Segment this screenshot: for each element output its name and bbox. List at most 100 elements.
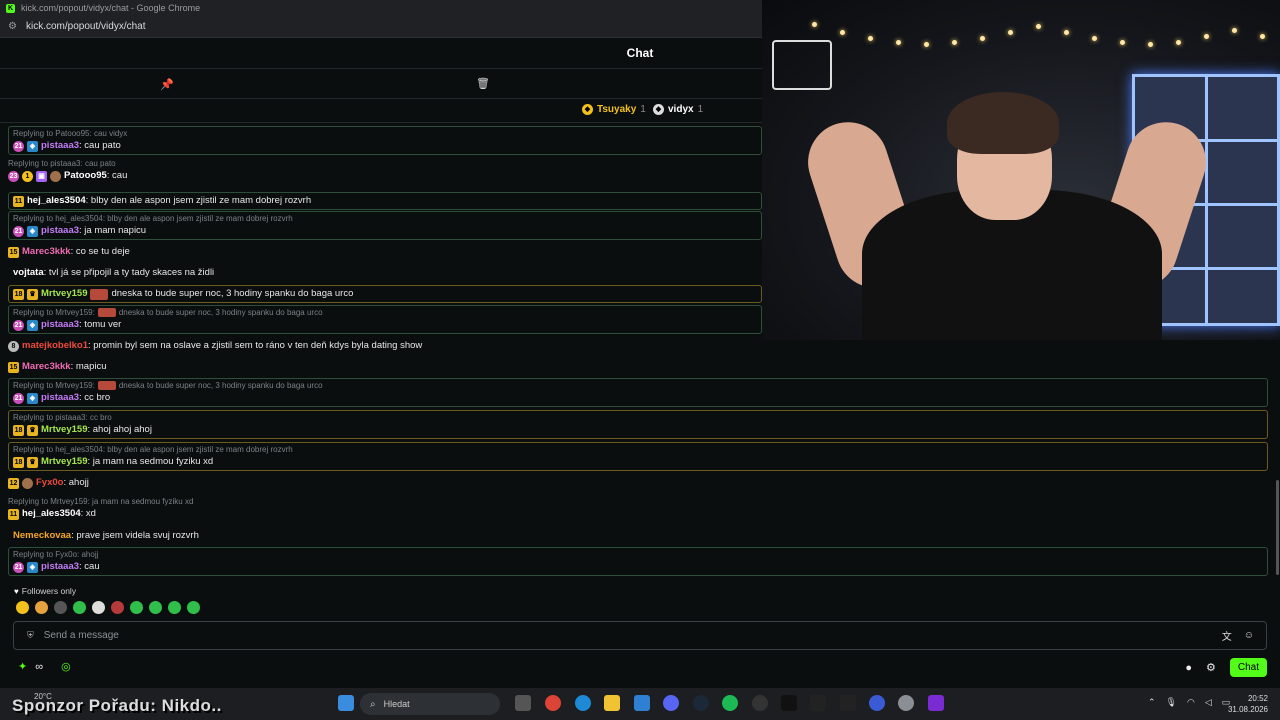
edge-icon[interactable]	[575, 695, 591, 711]
quick-emote-bar[interactable]	[16, 601, 206, 614]
emote-icon[interactable]	[16, 601, 29, 614]
taskbar-clock[interactable]: 20:52 31.08.2026	[1224, 693, 1268, 715]
chat-message[interactable]: vojtata: tvl já se připojil a ty tady sk…	[13, 266, 214, 280]
username[interactable]: Mrtvey159	[41, 423, 87, 437]
username[interactable]: pistaaa3	[41, 224, 79, 238]
chat-message-box[interactable]: ⛨ 文 ☺	[13, 621, 1267, 650]
username[interactable]: Fyx0o	[36, 476, 63, 490]
steam-icon[interactable]	[693, 695, 709, 711]
capcut-icon-2[interactable]	[840, 695, 856, 711]
file-explorer-icon[interactable]	[604, 695, 620, 711]
username[interactable]: hej_ales3504	[27, 194, 86, 208]
username[interactable]: Nemeckovaa	[13, 529, 71, 543]
app-icon-2[interactable]	[928, 695, 944, 711]
reply-preview[interactable]: Replying to pistaaa3: cc bro	[13, 412, 1263, 423]
username[interactable]: vojtata	[13, 266, 44, 280]
site-info-icon[interactable]: ⚙	[8, 21, 18, 32]
chat-message[interactable]: 15 Marec3kkk: mapicu	[8, 360, 107, 374]
leaderboard-item-vidyx[interactable]: ◆ vidyx 1	[653, 104, 703, 115]
app-icon[interactable]	[869, 695, 885, 711]
username[interactable]: Marec3kkk	[22, 360, 71, 374]
chat-scrollbar[interactable]	[1276, 480, 1279, 575]
username[interactable]: hej_ales3504	[22, 507, 81, 521]
infinity-icon[interactable]: ∞	[35, 661, 43, 673]
chat-message[interactable]: Replying to hej_ales3504: blby den ale a…	[8, 211, 762, 240]
chat-message[interactable]: Replying to hej_ales3504: blby den ale a…	[8, 442, 1268, 471]
pin-icon[interactable]: 📌	[160, 78, 174, 91]
chat-message[interactable]: Nemeckovaa: prave jsem videla svuj rozvr…	[13, 529, 199, 543]
trash-icon[interactable]: 🗑	[476, 77, 490, 90]
username[interactable]: pistaaa3	[41, 391, 79, 405]
reply-preview[interactable]: Replying to Mrtvey159: dneska to bude sup…	[13, 307, 757, 318]
chat-bubble-icon[interactable]: ●	[1185, 662, 1192, 674]
subscriber-badge-icon: 18	[13, 288, 24, 300]
translate-icon[interactable]: 文	[1222, 628, 1232, 643]
chat-message[interactable]: 8 matejkobelko1: promin byl sem na oslave…	[8, 339, 422, 353]
reply-preview[interactable]: Replying to Fyx0o: ahojj	[13, 549, 1263, 560]
chat-message[interactable]: Replying to Mrtvey159: dneska to bude sup…	[8, 378, 1268, 407]
chat-actions: ● ⚙ Chat	[1185, 658, 1267, 677]
windows-start-icon[interactable]	[338, 695, 354, 711]
system-tray[interactable]: ⌃ 🎙 ◠ ◁ ▭	[1148, 697, 1230, 708]
chat-message[interactable]: Replying to pistaaa3: cau pato 23 1 ▣ Patoo…	[8, 158, 127, 183]
username[interactable]: Mrtvey159	[41, 287, 87, 301]
wifi-icon[interactable]: ◠	[1187, 697, 1195, 708]
search-placeholder: Hledat	[383, 699, 410, 709]
chat-message[interactable]: Replying to Fyx0o: ahojj 21 ◈ pistaaa3: ca…	[8, 547, 1268, 576]
tiktok-icon[interactable]	[781, 695, 797, 711]
message-text: : ja mam napicu	[79, 225, 147, 236]
username[interactable]: pistaaa3	[41, 560, 79, 574]
url-text[interactable]: kick.com/popout/vidyx/chat	[26, 21, 146, 32]
emote-icon[interactable]	[149, 601, 162, 614]
task-view-icon[interactable]	[515, 695, 531, 711]
users-icon[interactable]: ✦	[18, 660, 27, 673]
spotify-icon[interactable]	[722, 695, 738, 711]
chat-message[interactable]: Replying to Mrtvey159: dneska to bude sup…	[8, 305, 762, 334]
emote-icon[interactable]	[92, 601, 105, 614]
reply-preview[interactable]: Replying to Mrtvey159: dneska to bude sup…	[13, 380, 1263, 391]
send-chat-button[interactable]: Chat	[1229, 658, 1267, 677]
chat-message[interactable]: Replying to Mrtvey159: ja mam na sedmou …	[8, 496, 193, 521]
address-bar[interactable]: ⚙ kick.com/popout/vidyx/chat	[0, 16, 762, 38]
discord-icon[interactable]	[663, 695, 679, 711]
capcut-icon[interactable]	[810, 695, 826, 711]
chat-message[interactable]: 12 Fyx0o: ahojj	[8, 476, 89, 490]
reply-preview[interactable]: Replying to hej_ales3504: blby den ale a…	[13, 213, 757, 224]
emote-icon[interactable]	[168, 601, 181, 614]
chat-message[interactable]: 11 hej_ales3504: blby den ale aspon jsem …	[8, 192, 762, 210]
settings-gear-icon[interactable]: ⚙	[1206, 661, 1216, 674]
emoji-picker-icon[interactable]: ☺	[1244, 630, 1254, 641]
emote-icon[interactable]	[35, 601, 48, 614]
obs-icon[interactable]	[752, 695, 768, 711]
username[interactable]: pistaaa3	[41, 139, 79, 153]
emote-icon[interactable]	[111, 601, 124, 614]
username[interactable]: matejkobelko1	[22, 339, 88, 353]
username[interactable]: Patooo95	[64, 169, 107, 183]
reply-preview[interactable]: Replying to pistaaa3: cau pato	[8, 158, 127, 169]
emote-icon[interactable]	[187, 601, 200, 614]
username[interactable]: pistaaa3	[41, 318, 79, 332]
chat-message[interactable]: Replying to Patooo95: cau vidyx 21 ◈ pista…	[8, 126, 762, 155]
microphone-icon[interactable]: 🎙	[1166, 697, 1177, 708]
leaderboard-item-tsuyaky[interactable]: ◆ Tsuyaky 1	[582, 104, 646, 115]
emote-icon[interactable]	[73, 601, 86, 614]
chat-message[interactable]: 18 ♛ Mrtvey159 dneska to bude super noc, 3 …	[8, 285, 762, 303]
reply-preview[interactable]: Replying to Mrtvey159: ja mam na sedmou …	[8, 496, 193, 507]
volume-icon[interactable]: ◁	[1205, 697, 1212, 708]
chat-message[interactable]: Replying to pistaaa3: cc bro 18 ♛ Mrtvey15…	[8, 410, 1268, 439]
username[interactable]: Marec3kkk	[22, 245, 71, 259]
chevron-up-icon[interactable]: ⌃	[1148, 697, 1156, 708]
settings-icon[interactable]	[898, 695, 914, 711]
reply-preview[interactable]: Replying to Patooo95: cau vidyx	[13, 128, 757, 139]
subscriber-badge-icon: 15	[8, 361, 19, 373]
emote-icon[interactable]	[54, 601, 67, 614]
notepad-icon[interactable]	[634, 695, 650, 711]
chat-input[interactable]	[43, 630, 1222, 641]
chrome-icon[interactable]	[545, 695, 561, 711]
username[interactable]: Mrtvey159	[41, 455, 87, 469]
taskbar-search[interactable]: ⌕ Hledat	[360, 693, 500, 715]
chat-message[interactable]: 15 Marec3kkk: co se tu deje	[8, 245, 130, 259]
emote-icon[interactable]	[130, 601, 143, 614]
kick-points-icon[interactable]: ◎	[61, 660, 71, 673]
reply-preview[interactable]: Replying to hej_ales3504: blby den ale a…	[13, 444, 1263, 455]
